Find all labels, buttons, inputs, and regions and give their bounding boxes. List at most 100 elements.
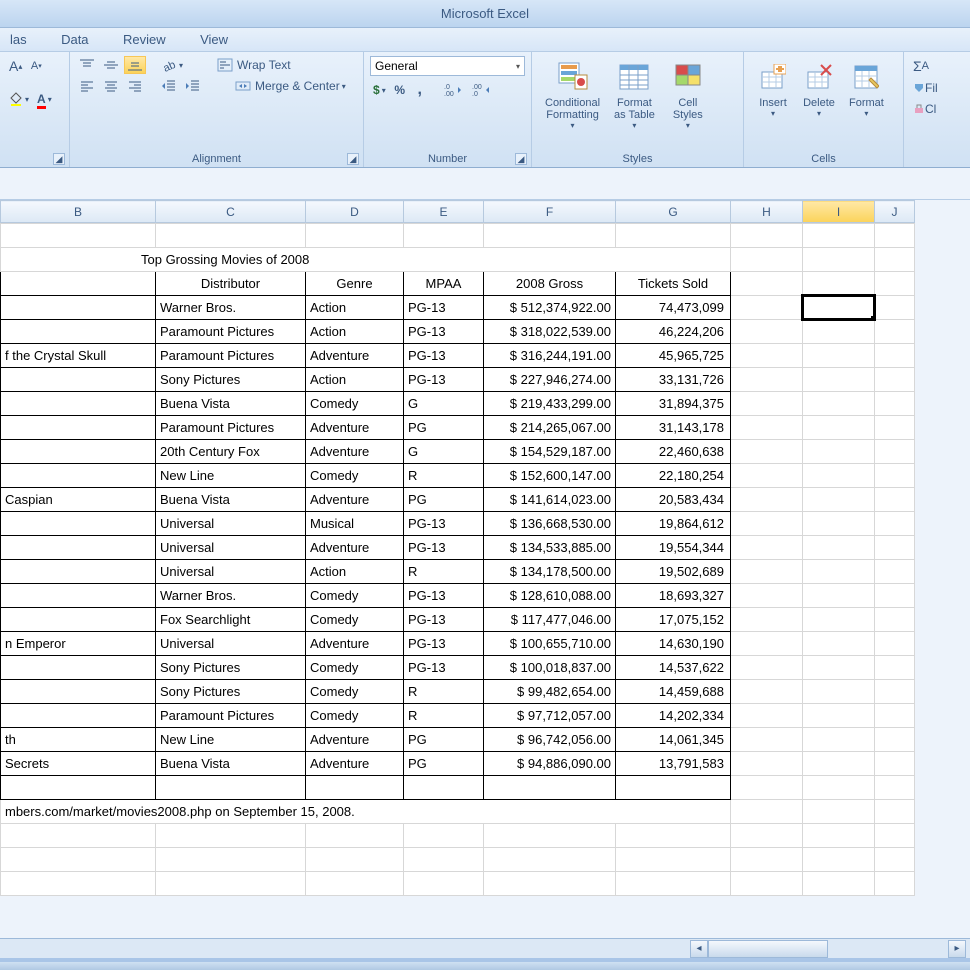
sheet-title[interactable]: Top Grossing Movies of 2008 <box>1 248 731 272</box>
cell[interactable] <box>616 848 731 872</box>
table-cell[interactable]: Comedy <box>306 584 404 608</box>
cell[interactable] <box>875 848 915 872</box>
table-cell[interactable]: Comedy <box>306 608 404 632</box>
cell[interactable] <box>1 224 156 248</box>
cell[interactable] <box>306 872 404 896</box>
number-dialog-launcher[interactable]: ◢ <box>515 153 527 165</box>
table-cell[interactable]: PG <box>404 488 484 512</box>
table-cell[interactable]: R <box>404 680 484 704</box>
cell[interactable] <box>803 536 875 560</box>
table-cell[interactable]: Buena Vista <box>156 392 306 416</box>
table-cell[interactable]: Comedy <box>306 392 404 416</box>
cell[interactable] <box>731 224 803 248</box>
table-cell[interactable]: $ 100,655,710.00 <box>484 632 616 656</box>
table-cell[interactable] <box>1 680 156 704</box>
cell[interactable] <box>404 824 484 848</box>
table-cell[interactable]: Sony Pictures <box>156 368 306 392</box>
cell[interactable] <box>803 488 875 512</box>
table-cell[interactable]: $ 100,018,837.00 <box>484 656 616 680</box>
menu-review[interactable]: Review <box>123 28 166 52</box>
cell[interactable] <box>803 728 875 752</box>
column-headers[interactable]: BCDEFGHIJ <box>0 200 915 223</box>
cell[interactable] <box>484 872 616 896</box>
percent-button[interactable]: % <box>391 81 409 99</box>
scroll-right-button[interactable]: ▸ <box>948 940 966 958</box>
cell[interactable] <box>875 656 915 680</box>
horizontal-scrollbar[interactable]: ◂ ▸ <box>0 938 970 958</box>
cell[interactable] <box>484 224 616 248</box>
table-cell[interactable]: 17,075,152 <box>616 608 731 632</box>
table-cell[interactable]: 33,131,726 <box>616 368 731 392</box>
table-cell[interactable]: 20,583,434 <box>616 488 731 512</box>
col-header-E[interactable]: E <box>404 201 484 223</box>
table-header-f[interactable]: 2008 Gross <box>484 272 616 296</box>
table-cell[interactable]: Universal <box>156 512 306 536</box>
table-cell[interactable]: 46,224,206 <box>616 320 731 344</box>
cell[interactable] <box>875 704 915 728</box>
cell[interactable] <box>731 608 803 632</box>
cell[interactable] <box>731 296 803 320</box>
table-cell[interactable]: 18,693,327 <box>616 584 731 608</box>
spreadsheet-grid[interactable]: BCDEFGHIJ Top Grossing Movies of 2008Dis… <box>0 200 970 942</box>
table-cell[interactable]: $ 318,022,539.00 <box>484 320 616 344</box>
table-cell[interactable]: Adventure <box>306 632 404 656</box>
cell-styles-button[interactable]: Cell Styles▾ <box>662 56 714 142</box>
cell[interactable] <box>404 872 484 896</box>
footer-note[interactable]: mbers.com/market/movies2008.php on Septe… <box>1 800 731 824</box>
table-cell[interactable]: PG-13 <box>404 536 484 560</box>
cell[interactable] <box>404 776 484 800</box>
cell[interactable] <box>1 848 156 872</box>
cell[interactable] <box>731 584 803 608</box>
cell[interactable] <box>803 512 875 536</box>
cell[interactable] <box>731 392 803 416</box>
cell[interactable] <box>803 296 875 320</box>
cell[interactable] <box>803 344 875 368</box>
cell[interactable] <box>803 680 875 704</box>
table-cell[interactable]: R <box>404 560 484 584</box>
cell[interactable] <box>731 776 803 800</box>
cell[interactable] <box>731 440 803 464</box>
cell[interactable] <box>731 680 803 704</box>
fill-color-button[interactable] <box>6 90 32 108</box>
table-cell[interactable]: Musical <box>306 512 404 536</box>
table-cell[interactable]: Universal <box>156 536 306 560</box>
table-cell[interactable]: Paramount Pictures <box>156 344 306 368</box>
table-cell[interactable]: PG-13 <box>404 584 484 608</box>
table-cell[interactable]: $ 94,886,090.00 <box>484 752 616 776</box>
cell[interactable] <box>731 320 803 344</box>
cell[interactable] <box>731 872 803 896</box>
table-cell[interactable]: 31,143,178 <box>616 416 731 440</box>
table-cell[interactable]: $ 141,614,023.00 <box>484 488 616 512</box>
table-cell[interactable] <box>1 584 156 608</box>
table-cell[interactable]: 22,460,638 <box>616 440 731 464</box>
col-header-J[interactable]: J <box>875 201 915 223</box>
cell[interactable] <box>803 560 875 584</box>
table-cell[interactable]: Fox Searchlight <box>156 608 306 632</box>
cell[interactable] <box>803 248 875 272</box>
table-cell[interactable]: 14,537,622 <box>616 656 731 680</box>
table-cell[interactable]: Adventure <box>306 536 404 560</box>
table-cell[interactable]: Adventure <box>306 344 404 368</box>
table-cell[interactable]: R <box>404 464 484 488</box>
table-cell[interactable]: f the Crystal Skull <box>1 344 156 368</box>
table-cell[interactable]: PG <box>404 752 484 776</box>
table-cell[interactable]: $ 99,482,654.00 <box>484 680 616 704</box>
table-cell[interactable]: $ 96,742,056.00 <box>484 728 616 752</box>
table-cell[interactable] <box>1 536 156 560</box>
col-header-F[interactable]: F <box>484 201 616 223</box>
number-format-combo[interactable]: General▾ <box>370 56 525 76</box>
table-cell[interactable]: PG-13 <box>404 512 484 536</box>
decrease-indent-button[interactable] <box>158 77 180 95</box>
cell[interactable] <box>875 728 915 752</box>
shrink-font-button[interactable]: A▾ <box>27 57 45 75</box>
table-cell[interactable]: PG <box>404 416 484 440</box>
scroll-thumb[interactable] <box>708 940 828 958</box>
align-center-button[interactable] <box>100 77 122 95</box>
table-cell[interactable]: Warner Bros. <box>156 584 306 608</box>
table-cell[interactable]: $ 152,600,147.00 <box>484 464 616 488</box>
table-cell[interactable]: Caspian <box>1 488 156 512</box>
table-cell[interactable]: 14,459,688 <box>616 680 731 704</box>
table-cell[interactable]: $ 134,533,885.00 <box>484 536 616 560</box>
table-cell[interactable] <box>1 464 156 488</box>
menu-view[interactable]: View <box>200 28 228 52</box>
